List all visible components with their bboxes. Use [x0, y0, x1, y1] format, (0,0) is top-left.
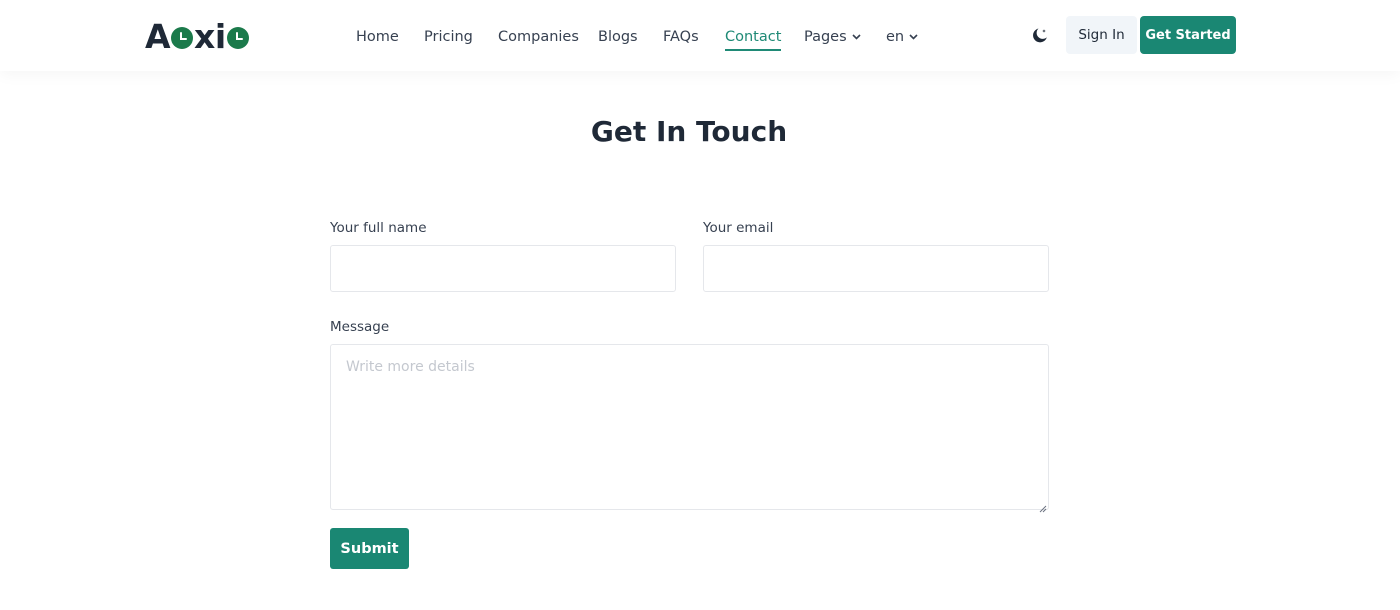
nav-item-pages[interactable]: Pages: [804, 28, 861, 46]
nav-item-blogs[interactable]: Blogs: [598, 28, 638, 46]
nav-item-faqs[interactable]: FAQs: [663, 28, 699, 46]
language-select-label: en: [886, 29, 905, 45]
chevron-down-icon: [909, 27, 918, 45]
logo[interactable]: A xi: [145, 16, 250, 56]
full-name-label: Your full name: [330, 220, 427, 236]
resize-grip-icon[interactable]: [1039, 500, 1047, 513]
nav-item-pages-label: Pages: [804, 29, 847, 45]
page-title: Get In Touch: [590, 115, 788, 148]
clock-icon: [171, 27, 194, 49]
nav-item-contact[interactable]: Contact: [725, 28, 782, 51]
message-label: Message: [330, 319, 390, 335]
logo-text-end: xi: [194, 16, 226, 56]
clock-icon: [226, 27, 249, 49]
logo-text-start: A: [145, 16, 171, 56]
nav-item-home[interactable]: Home: [356, 28, 399, 46]
nav-item-companies[interactable]: Companies: [498, 28, 579, 46]
site-header: A xi Home Pricing Companies Blogs FAQs C…: [0, 0, 1400, 71]
sign-in-button[interactable]: Sign In: [1066, 16, 1137, 54]
submit-button[interactable]: Submit: [330, 528, 409, 569]
full-name-input[interactable]: [330, 245, 676, 292]
language-select[interactable]: en: [886, 28, 918, 46]
email-label: Your email: [703, 220, 774, 236]
get-started-button[interactable]: Get Started: [1140, 16, 1236, 54]
moon-icon[interactable]: [1030, 26, 1050, 46]
message-textarea[interactable]: [330, 344, 1049, 510]
nav-item-pricing[interactable]: Pricing: [424, 28, 473, 46]
chevron-down-icon: [852, 27, 861, 45]
email-input[interactable]: [703, 245, 1049, 292]
